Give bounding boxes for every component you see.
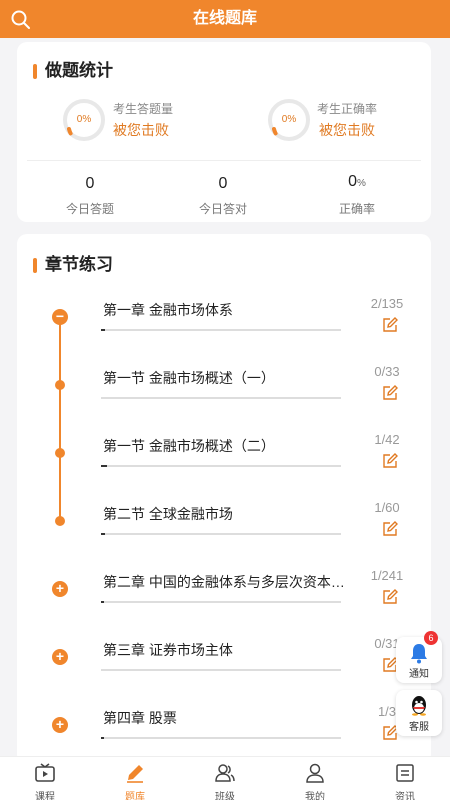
timeline-dot (55, 516, 65, 526)
stats-section-title: 做题统计 (33, 60, 113, 82)
chapter-timeline (59, 316, 61, 524)
qq-penguin-icon (412, 696, 426, 716)
timeline-dot (55, 380, 65, 390)
edit-icon[interactable] (381, 384, 399, 402)
app-header: 在线题库 (0, 0, 450, 38)
expand-icon[interactable]: + (52, 581, 68, 597)
notify-label: 通知 (409, 669, 429, 680)
chapter-count: 2/135 (370, 296, 404, 311)
expand-icon[interactable]: + (52, 717, 68, 733)
correct-rate-value: 0% (348, 173, 366, 190)
today-answered-label: 今日答题 (65, 202, 114, 216)
chapter-progress-bar (101, 533, 341, 535)
customer-service-label: 客服 (409, 722, 429, 733)
edit-icon[interactable] (381, 316, 399, 334)
answered-percent: 0% (76, 114, 92, 125)
tab-class[interactable]: 班级 (180, 757, 270, 800)
tab-question-bank-label: 题库 (125, 792, 145, 800)
stats-card: 做题统计 0% 考生答题量 被您击败 0% 考生正确率 被您击败 0 今日答题 … (17, 42, 431, 222)
chapter-progress-bar (101, 465, 341, 467)
chapter-progress-bar (101, 329, 341, 331)
chapter-section-title: 章节练习 (33, 254, 113, 276)
chapter-practice-card: 章节练习 − 第一章 金融市场体系 2/135 第一节 金融市场概述（一） 0/33 第一… (17, 234, 431, 764)
chapter-count: 1/60 (374, 500, 400, 515)
tab-news-label: 资讯 (395, 792, 415, 800)
tab-question-bank[interactable]: 题库 (90, 757, 180, 800)
edit-icon[interactable] (381, 452, 399, 470)
tab-class-label: 班级 (215, 792, 235, 800)
tab-course-label: 课程 (35, 792, 55, 800)
chapter-count: 1/42 (374, 432, 400, 447)
accuracy-sub: 被您击败 (319, 122, 375, 138)
chapter-progress-bar (101, 601, 341, 603)
expand-icon[interactable]: + (52, 649, 68, 665)
chapter-title: 第一节 金融市场概述（一） (103, 370, 275, 386)
edit-icon[interactable] (381, 588, 399, 606)
correct-rate-label: 正确率 (338, 202, 375, 216)
chapter-progress-fill (101, 533, 106, 535)
accuracy-percent: 0% (281, 114, 297, 125)
collapse-icon[interactable]: − (52, 309, 68, 325)
pencil-icon (127, 765, 143, 783)
chapter-title: 第一节 金融市场概述（二） (103, 438, 275, 454)
chapter-progress-bar (101, 669, 341, 671)
accuracy-label: 考生正确率 (317, 102, 378, 116)
answered-label: 考生答题量 (113, 102, 174, 116)
chapter-progress-fill (101, 737, 104, 739)
chapter-title: 第二章 中国的金融体系与多层次资本市场 (103, 574, 353, 590)
tab-news[interactable]: 资讯 (360, 757, 450, 800)
tab-course[interactable]: 课程 (0, 757, 90, 800)
page-title: 在线题库 (192, 10, 257, 27)
stats-divider (27, 160, 421, 161)
bottom-tab-bar: 课程 题库 班级 我的 资讯 (0, 756, 450, 800)
group-icon (215, 764, 235, 782)
tab-mine-label: 我的 (305, 792, 325, 800)
user-icon (306, 763, 324, 783)
bell-icon (411, 644, 427, 664)
today-answered-value: 0 (85, 175, 95, 192)
chapter-progress-bar (101, 737, 341, 739)
today-correct-value: 0 (218, 175, 228, 192)
news-icon (396, 764, 414, 782)
tab-mine[interactable]: 我的 (270, 757, 360, 800)
notify-button[interactable]: 6 通知 (396, 631, 442, 683)
answered-sub: 被您击败 (113, 122, 169, 138)
chapter-title: 第一章 金融市场体系 (103, 302, 233, 318)
chapter-title: 第二节 全球金融市场 (103, 506, 233, 522)
today-correct-label: 今日答对 (198, 202, 247, 216)
chapter-count: 1/241 (370, 568, 404, 583)
chapter-title: 第四章 股票 (103, 710, 177, 726)
chapter-count: 0/33 (374, 364, 400, 379)
customer-service-button[interactable]: 客服 (396, 690, 442, 736)
edit-icon[interactable] (381, 520, 399, 538)
timeline-dot (55, 448, 65, 458)
chapter-progress-fill (101, 601, 104, 603)
notify-badge: 6 (424, 631, 438, 645)
chapter-progress-bar (101, 397, 341, 399)
video-icon (35, 763, 55, 782)
chapter-progress-fill (101, 465, 107, 467)
chapter-progress-fill (101, 329, 105, 331)
chapter-title: 第三章 证券市场主体 (103, 642, 233, 658)
